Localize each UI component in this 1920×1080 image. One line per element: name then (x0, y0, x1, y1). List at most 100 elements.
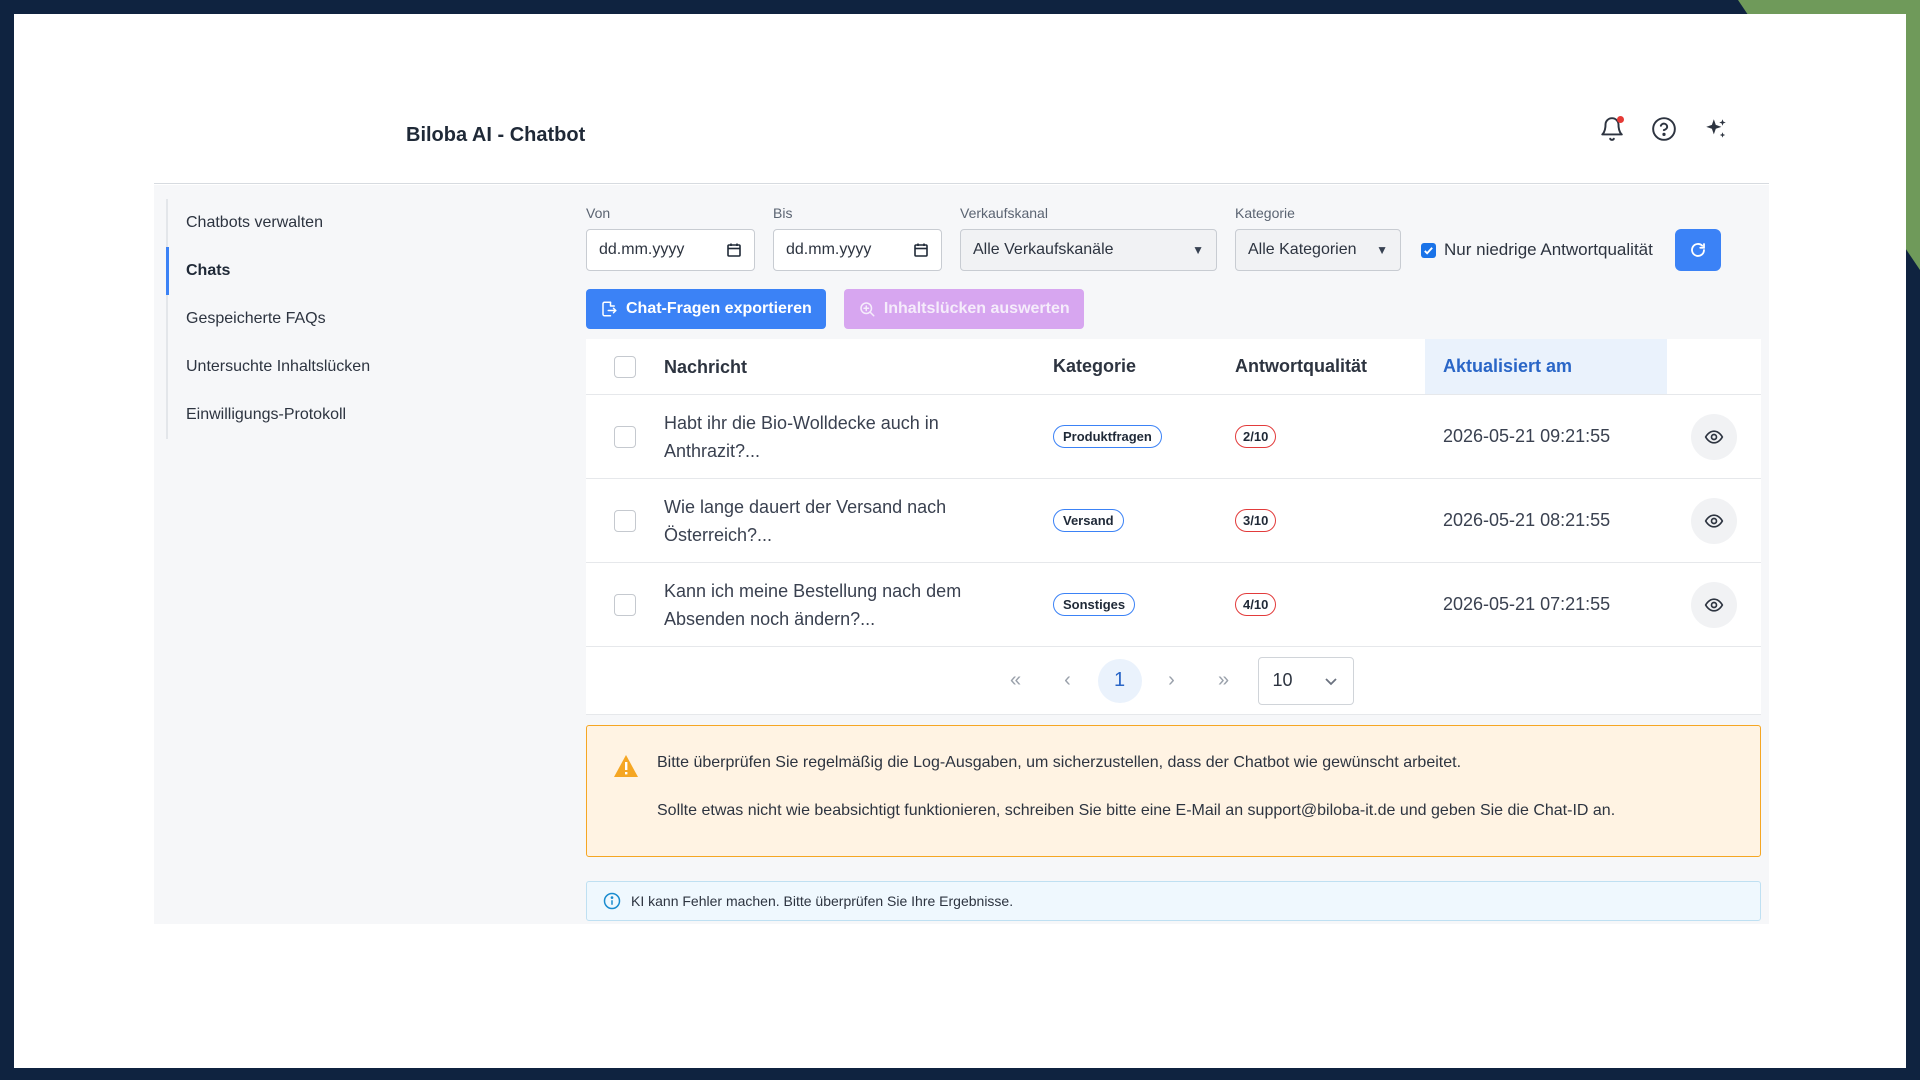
quality-cell: 3/10 (1235, 509, 1425, 532)
category-tag: Versand (1053, 509, 1124, 532)
header-quality[interactable]: Antwortqualität (1235, 356, 1425, 377)
check-icon (1424, 246, 1433, 255)
header-message[interactable]: Nachricht (664, 353, 1053, 381)
sidebar-item-chats[interactable]: Chats (166, 247, 466, 295)
app-title: Biloba AI - Chatbot (406, 124, 586, 146)
analyze-gaps-label: Inhaltslücken auswerten (883, 300, 1070, 317)
row-checkbox[interactable] (614, 593, 636, 616)
low-quality-filter[interactable]: Nur niedrige Antwortqualität (1421, 229, 1653, 271)
sidebar-item-gespeicherte-faqs[interactable]: Gespeicherte FAQs (168, 295, 466, 343)
table-header: Nachricht Kategorie Antwortqualität Aktu… (586, 339, 1761, 395)
calendar-icon (727, 243, 741, 257)
message-line: Wie lange dauert der Versand nach (664, 496, 947, 517)
message-line: Österreich?... (664, 524, 773, 545)
message-line: Absenden noch ändern?... (664, 608, 876, 629)
channel-select[interactable]: Alle Verkaufskanäle ▼ (960, 229, 1217, 271)
category-value: Alle Kategorien (1248, 241, 1357, 258)
search-plus-icon (860, 302, 875, 317)
row-checkbox[interactable] (614, 509, 636, 532)
refresh-button[interactable] (1674, 229, 1721, 271)
to-date-placeholder: dd.mm.yyyy (786, 241, 872, 258)
sidebar: Chatbots verwalten Chats Gespeicherte FA… (166, 199, 466, 439)
message-line: Kann ich meine Bestellung nach dem (664, 580, 962, 601)
warning-line: Bitte überprüfen Sie regelmäßig die Log-… (657, 754, 1462, 771)
category-cell: Produktfragen (1053, 425, 1235, 448)
low-quality-label: Nur niedrige Antwortqualität (1444, 240, 1653, 259)
from-date-input[interactable]: dd.mm.yyyy (586, 229, 755, 271)
to-date-label: Bis (773, 205, 793, 221)
next-page-button[interactable]: › (1150, 659, 1194, 703)
view-button[interactable] (1691, 581, 1737, 628)
row-checkbox-cell (586, 425, 664, 448)
content-area: Chatbots verwalten Chats Gespeicherte FA… (154, 185, 1769, 924)
message-cell: Kann ich meine Bestellung nach dem Absen… (664, 577, 1053, 633)
refresh-icon (1690, 243, 1705, 257)
channel-value: Alle Verkaufskanäle (973, 241, 1114, 258)
category-group: Kategorie Alle Kategorien ▼ (1235, 205, 1401, 271)
message-line: Anthrazit?... (664, 440, 761, 461)
info-text: KI kann Fehler machen. Bitte überprüfen … (631, 893, 1014, 909)
sidebar-item-untersuchte-inhaltsluecken[interactable]: Untersuchte Inhaltslücken (168, 343, 466, 391)
page-size-value: 10 (1272, 670, 1293, 690)
last-page-button[interactable]: » (1202, 659, 1246, 703)
table-row: Habt ihr die Bio-Wolldecke auch in Anthr… (586, 395, 1761, 479)
category-cell: Sonstiges (1053, 593, 1235, 616)
category-label: Kategorie (1235, 205, 1295, 221)
page-button-current[interactable]: 1 (1097, 658, 1142, 703)
top-bar: Biloba AI - Chatbot (154, 72, 1769, 184)
row-checkbox-cell (586, 509, 664, 532)
view-button[interactable] (1691, 497, 1737, 544)
prev-page-button[interactable]: ‹ (1046, 659, 1090, 703)
view-button[interactable] (1691, 413, 1737, 460)
warning-line: Sollte etwas nicht wie beabsichtigt funk… (657, 802, 1616, 819)
low-quality-checkbox[interactable] (1421, 242, 1436, 258)
export-label: Chat-Fragen exportieren (626, 300, 812, 317)
info-box: KI kann Fehler machen. Bitte überprüfen … (586, 881, 1761, 921)
help-icon[interactable] (1651, 116, 1677, 142)
sparkle-icon[interactable] (1703, 116, 1729, 142)
eye-icon (1704, 429, 1724, 444)
category-select[interactable]: Alle Kategorien ▼ (1235, 229, 1401, 271)
channel-label: Verkaufskanal (960, 205, 1048, 221)
chats-table: Nachricht Kategorie Antwortqualität Aktu… (586, 339, 1761, 715)
select-all-checkbox[interactable] (614, 355, 636, 378)
sidebar-item-chatbots-verwalten[interactable]: Chatbots verwalten (168, 199, 466, 247)
main-panel: Von dd.mm.yyyy Bis dd.mm.yyyy Verkaufska… (586, 205, 1761, 921)
filter-bar: Von dd.mm.yyyy Bis dd.mm.yyyy Verkaufska… (586, 205, 1761, 271)
row-checkbox[interactable] (614, 425, 636, 448)
from-date-label: Von (586, 205, 611, 221)
channel-group: Verkaufskanal Alle Verkaufskanäle ▼ (960, 205, 1217, 271)
header-category[interactable]: Kategorie (1053, 356, 1235, 377)
eye-icon (1704, 513, 1724, 528)
updated-cell: 2026-05-21 08:21:55 (1443, 510, 1611, 530)
view-cell (1667, 413, 1761, 460)
from-date-placeholder: dd.mm.yyyy (599, 241, 685, 258)
export-icon (602, 301, 617, 317)
table-row: Kann ich meine Bestellung nach dem Absen… (586, 563, 1761, 647)
page-frame: Biloba AI - Chatbot Chatbots verwalten C… (14, 14, 1906, 1068)
view-cell (1667, 581, 1761, 628)
message-cell: Wie lange dauert der Versand nach Österr… (664, 493, 1053, 549)
quality-badge: 4/10 (1235, 593, 1277, 616)
quality-badge: 3/10 (1235, 509, 1277, 532)
updated-cell: 2026-05-21 07:21:55 (1443, 594, 1611, 614)
to-date-input[interactable]: dd.mm.yyyy (773, 229, 942, 271)
analyze-gaps-button[interactable]: Inhaltslücken auswerten (843, 289, 1084, 329)
category-tag: Produktfragen (1053, 425, 1162, 448)
header-checkbox-cell (586, 355, 664, 378)
app-container: Biloba AI - Chatbot Chatbots verwalten C… (154, 72, 1769, 924)
first-page-button[interactable]: « (994, 659, 1038, 703)
from-date-group: Von dd.mm.yyyy (586, 205, 755, 271)
view-cell (1667, 497, 1761, 544)
page-size-select[interactable]: 10 (1257, 656, 1354, 705)
header-updated[interactable]: Aktualisiert am (1425, 339, 1667, 394)
category-cell: Versand (1053, 509, 1235, 532)
table-row: Wie lange dauert der Versand nach Österr… (586, 479, 1761, 563)
action-bar: Chat-Fragen exportieren Inhaltslücken au… (586, 289, 1761, 329)
chevron-down-icon: ▼ (1376, 243, 1388, 257)
sidebar-item-einwilligungs-protokoll[interactable]: Einwilligungs-Protokoll (168, 391, 466, 439)
top-icons (1599, 116, 1729, 142)
export-button[interactable]: Chat-Fragen exportieren (586, 289, 826, 329)
bell-icon[interactable] (1599, 116, 1625, 142)
warning-icon (614, 755, 638, 777)
